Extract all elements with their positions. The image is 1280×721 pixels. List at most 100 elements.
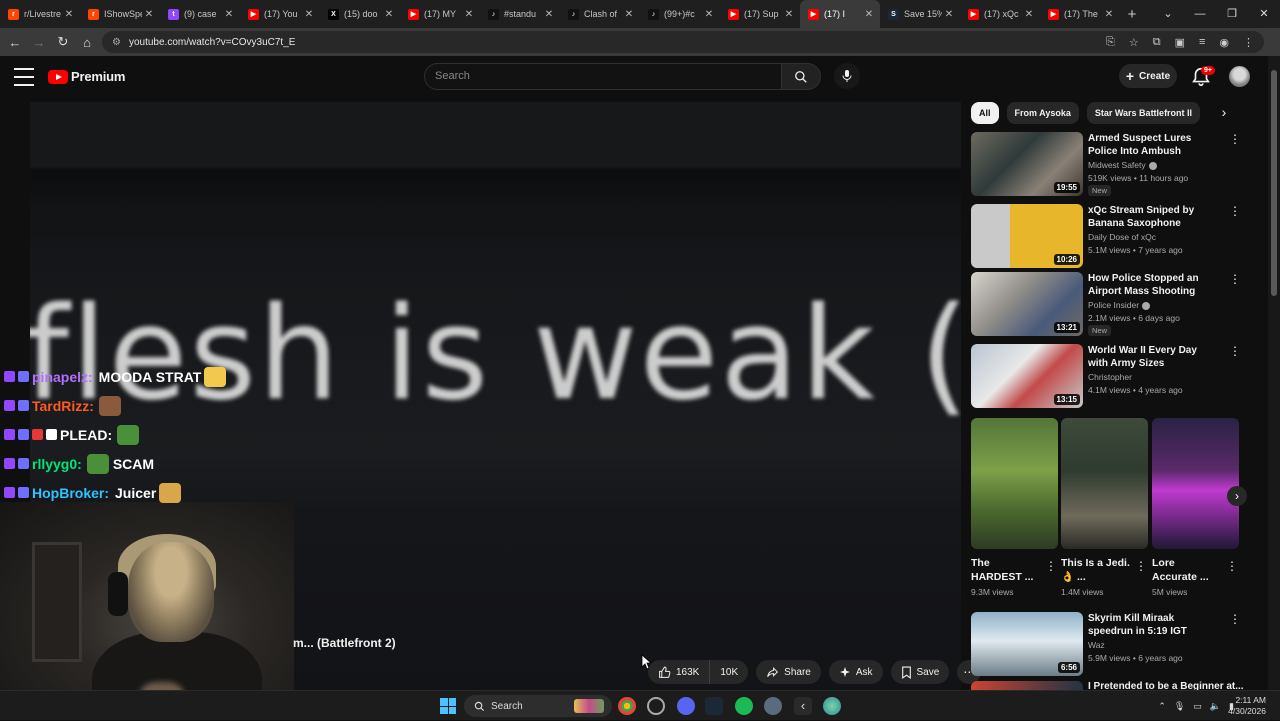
chrome-icon[interactable]	[618, 697, 636, 715]
more-vertical-icon[interactable]: ⋮	[1045, 559, 1057, 573]
more-vertical-icon[interactable]: ⋮	[1226, 559, 1238, 573]
forward-icon[interactable]: →	[27, 30, 51, 54]
minimize-button[interactable]: —	[1184, 0, 1216, 28]
short-title[interactable]: This Is a Jedi. 👌 ...	[1061, 556, 1131, 584]
tab-close-icon[interactable]: ✕	[302, 9, 316, 20]
next-video-title[interactable]: I Pretended to be a Beginner at...	[1088, 680, 1244, 690]
video-thumbnail[interactable]	[971, 681, 1083, 690]
site-info-icon[interactable]: ⚙	[112, 37, 121, 48]
tab-close-icon[interactable]: ✕	[702, 9, 716, 20]
bookmark-star-icon[interactable]: ☆	[1129, 36, 1139, 49]
browser-tab[interactable]: ♪ (99+)#c ✕	[640, 0, 720, 28]
tray-network-icon[interactable]: ▭	[1193, 701, 1202, 712]
recommended-video[interactable]: 10:26 xQc Stream Sniped by Banana Saxopho…	[971, 204, 1241, 268]
app-icon[interactable]: ‹	[794, 697, 812, 715]
browser-menu-icon[interactable]: ⋮	[1243, 36, 1254, 49]
video-thumbnail[interactable]: 10:26	[971, 204, 1083, 268]
tab-close-icon[interactable]: ✕	[222, 9, 236, 20]
browser-tab[interactable]: ▶ (17) MY ✕	[400, 0, 480, 28]
tab-close-icon[interactable]: ✕	[1102, 9, 1116, 20]
search-input[interactable]: Search	[424, 63, 782, 90]
back-icon[interactable]: ←	[3, 30, 27, 54]
more-vertical-icon[interactable]: ⋮	[1229, 133, 1241, 145]
short-title[interactable]: Lore Accurate ...	[1152, 556, 1222, 584]
video-thumbnail[interactable]: 19:55	[971, 132, 1083, 196]
browser-tab[interactable]: X (15) doo ✕	[320, 0, 400, 28]
steam-icon[interactable]	[705, 697, 723, 715]
browser-tab[interactable]: ▶ (17) xQc ✕	[960, 0, 1040, 28]
globe-app-icon[interactable]	[823, 697, 841, 715]
tab-close-icon[interactable]: ✕	[942, 9, 956, 20]
obs-icon[interactable]	[647, 697, 665, 715]
close-window-button[interactable]: ✕	[1248, 0, 1280, 28]
browser-tab[interactable]: ▶ (17) I ✕	[800, 0, 880, 28]
browser-tab[interactable]: ♪ #standu ✕	[480, 0, 560, 28]
settings-gear-icon[interactable]	[764, 697, 782, 715]
windows-start-icon[interactable]	[440, 698, 456, 714]
tab-close-icon[interactable]: ✕	[782, 9, 796, 20]
browser-tab[interactable]: ▶ (17) You ✕	[240, 0, 320, 28]
recommended-video[interactable]: 19:55 Armed Suspect Lures Police Into Amb…	[971, 132, 1241, 196]
page-scrollbar[interactable]	[1268, 56, 1280, 690]
youtube-logo[interactable]: Premium	[48, 69, 125, 84]
browser-tab[interactable]: r r/Livestre ✕	[0, 0, 80, 28]
more-vertical-icon[interactable]: ⋮	[1229, 345, 1241, 357]
tab-close-icon[interactable]: ✕	[142, 9, 156, 20]
tab-close-icon[interactable]: ✕	[622, 9, 636, 20]
filter-chip[interactable]: All	[971, 102, 999, 124]
url-field[interactable]: ⚙ youtube.com/watch?v=COvy3uC7t_E ⎘ ☆ ⧉ …	[102, 31, 1264, 53]
tab-close-icon[interactable]: ✕	[62, 9, 76, 20]
ask-button[interactable]: Ask	[828, 660, 883, 684]
channel-name[interactable]: Midwest Safety	[1088, 160, 1157, 170]
more-vertical-icon[interactable]: ⋮	[1229, 205, 1241, 217]
video-title[interactable]: xQc Stream Sniped by Banana Saxophone Co…	[1088, 204, 1218, 230]
recommended-video[interactable]: 13:15 World War II Every Day with Army Si…	[971, 344, 1241, 408]
maximize-button[interactable]: ❐	[1216, 0, 1248, 28]
home-icon[interactable]: ⌂	[75, 30, 99, 54]
save-button[interactable]: Save	[890, 660, 950, 684]
video-thumbnail[interactable]: 6:56	[971, 612, 1083, 676]
video-thumbnail[interactable]: 13:15	[971, 344, 1083, 408]
video-title[interactable]: Skyrim Kill Miraak speedrun in 5:19 IGT	[1088, 612, 1218, 638]
browser-tab[interactable]: r IShowSpe ✕	[80, 0, 160, 28]
short-title[interactable]: The HARDEST ...	[971, 556, 1041, 584]
recommended-video[interactable]: 13:21 How Police Stopped an Airport Mass …	[971, 272, 1241, 336]
reload-icon[interactable]: ↻	[51, 30, 75, 54]
tab-close-icon[interactable]: ✕	[1022, 9, 1036, 20]
voice-search-button[interactable]	[834, 63, 860, 89]
tab-close-icon[interactable]: ✕	[862, 9, 876, 20]
search-button[interactable]	[781, 63, 821, 90]
shorts-next-icon[interactable]: ›	[1227, 486, 1247, 506]
more-vertical-icon[interactable]: ⋮	[1135, 559, 1147, 573]
tab-close-icon[interactable]: ✕	[462, 9, 476, 20]
tray-chevron-icon[interactable]: ⌃	[1158, 701, 1166, 712]
dislike-button[interactable]: 10K	[710, 660, 749, 684]
tab-close-icon[interactable]: ✕	[542, 9, 556, 20]
share-button[interactable]: Share	[756, 660, 821, 684]
recommended-video[interactable]: 6:56 Skyrim Kill Miraak speedrun in 5:19 …	[971, 612, 1241, 676]
tab-search-icon[interactable]: ⌄	[1152, 0, 1184, 28]
taskbar-clock[interactable]: 2:11 AM 4/30/2026	[1228, 695, 1266, 717]
profile-icon[interactable]: ◉	[1219, 36, 1229, 49]
channel-name[interactable]: Police Insider	[1088, 300, 1151, 310]
browser-tab[interactable]: t (9) case ✕	[160, 0, 240, 28]
filter-chip[interactable]: From Aysoka	[1006, 102, 1079, 124]
spotify-icon[interactable]	[735, 697, 753, 715]
video-title[interactable]: World War II Every Day with Army Sizes	[1088, 344, 1218, 370]
account-avatar[interactable]	[1229, 66, 1250, 87]
hamburger-menu-icon[interactable]	[14, 68, 34, 86]
split-view-icon[interactable]: ▣	[1175, 36, 1185, 49]
video-title[interactable]: How Police Stopped an Airport Mass Shoot…	[1088, 272, 1218, 298]
filter-chip[interactable]: Star Wars Battlefront II	[1086, 102, 1201, 124]
chevron-right-icon[interactable]: ›	[1215, 104, 1233, 122]
scrollbar-thumb[interactable]	[1271, 70, 1277, 296]
reading-list-icon[interactable]: ≡	[1199, 36, 1205, 48]
video-title[interactable]: Armed Suspect Lures Police Into Ambush	[1088, 132, 1218, 158]
browser-tab[interactable]: S Save 15% ✕	[880, 0, 960, 28]
tab-close-icon[interactable]: ✕	[382, 9, 396, 20]
video-thumbnail[interactable]: 13:21	[971, 272, 1083, 336]
more-vertical-icon[interactable]: ⋮	[1229, 273, 1241, 285]
discord-icon[interactable]	[677, 697, 695, 715]
channel-name[interactable]: Daily Dose of xQc	[1088, 232, 1156, 242]
short-thumbnail[interactable]	[1061, 418, 1148, 549]
